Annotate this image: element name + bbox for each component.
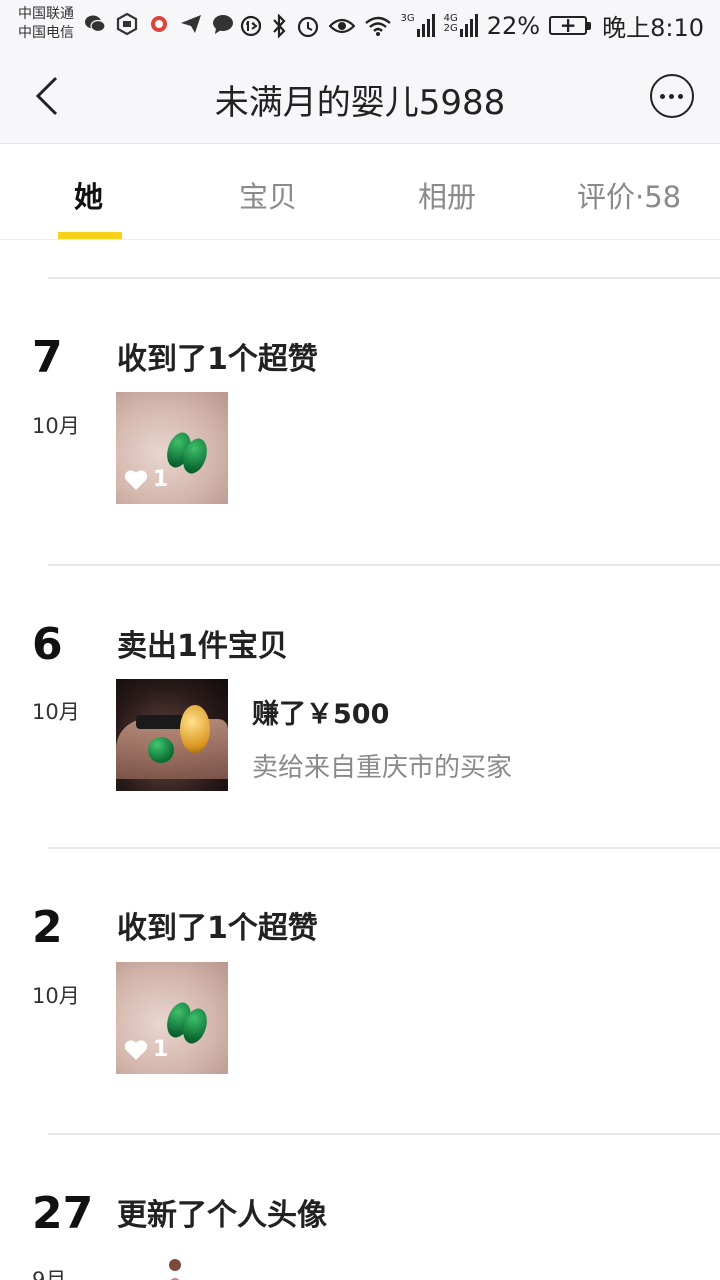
signal-1-icon: 3G	[401, 14, 435, 37]
divider	[48, 847, 720, 849]
event-day: 2	[32, 902, 63, 953]
ring-band	[136, 715, 186, 729]
carrier-2: 中国电信	[18, 25, 74, 41]
event-month: 10月	[32, 700, 80, 724]
active-tab-indicator	[58, 232, 122, 239]
like-count: 1	[153, 1037, 169, 1062]
bluetooth-icon	[272, 13, 286, 38]
eye-comfort-icon	[328, 18, 355, 33]
avatar[interactable]	[160, 1256, 190, 1280]
status-bar: 中国联通 中国电信 ··· 3G 4G 2G 22% + 晚上8:10	[0, 0, 720, 48]
like-count-overlay: 1	[124, 1037, 168, 1062]
weibo-icon	[151, 16, 167, 32]
event-title: 收到了1个超赞	[117, 911, 318, 946]
event-title: 更新了个人头像	[117, 1198, 327, 1233]
battery-icon: +	[549, 13, 592, 37]
divider	[48, 277, 720, 279]
event-month: 9月	[32, 1268, 67, 1280]
tab-reviews[interactable]: 评价·58	[577, 174, 681, 216]
tab-bar: 她 宝贝 相册 评价·58	[0, 144, 720, 240]
alarm-icon	[297, 16, 318, 37]
tab-her[interactable]: 她	[74, 174, 103, 216]
data-saver-icon	[240, 15, 261, 36]
notification-icons: ···	[84, 12, 263, 36]
amber-stone	[180, 705, 210, 753]
event-day: 6	[32, 619, 63, 670]
clock: 晚上8:10	[602, 14, 704, 42]
earned-amount: 赚了￥500	[252, 699, 390, 730]
carrier-info: 中国联通 中国电信	[18, 5, 74, 43]
network-type-2b: 2G	[443, 23, 458, 34]
nav-bar: 未满月的婴儿5988	[0, 48, 720, 144]
network-type-1: 3G	[400, 13, 415, 24]
event-title: 卖出1件宝贝	[117, 629, 288, 664]
signal-2-icon: 4G 2G	[444, 14, 478, 37]
carrier-1: 中国联通	[18, 6, 74, 22]
item-thumbnail[interactable]: 1	[116, 392, 228, 504]
divider	[48, 564, 720, 566]
divider	[48, 1133, 720, 1135]
event-day: 27	[32, 1188, 94, 1239]
chat-bubble-icon	[213, 15, 233, 34]
item-thumbnail[interactable]: 1	[116, 962, 228, 1074]
system-status: 3G 4G 2G 22% + 晚上8:10	[240, 8, 704, 43]
heart-icon	[124, 1039, 148, 1060]
like-count-overlay: 1	[124, 467, 168, 492]
jade-bead	[148, 737, 174, 763]
wifi-icon	[364, 16, 391, 36]
event-month: 10月	[32, 984, 80, 1008]
heart-icon	[124, 469, 148, 490]
event-month: 10月	[32, 414, 80, 438]
send-icon	[181, 15, 201, 33]
like-count: 1	[153, 467, 169, 492]
battery-percent: 22%	[486, 11, 541, 40]
page-title: 未满月的婴儿5988	[214, 83, 506, 123]
shield-app-icon	[116, 13, 138, 35]
item-thumbnail[interactable]	[116, 679, 228, 791]
event-day: 7	[32, 332, 63, 383]
tab-album[interactable]: 相册	[418, 174, 476, 216]
more-options-icon[interactable]	[650, 74, 694, 118]
event-title: 收到了1个超赞	[117, 342, 318, 377]
wechat-icon	[85, 15, 106, 33]
tab-items[interactable]: 宝贝	[239, 174, 297, 216]
buyer-location: 卖给来自重庆市的买家	[252, 753, 513, 783]
